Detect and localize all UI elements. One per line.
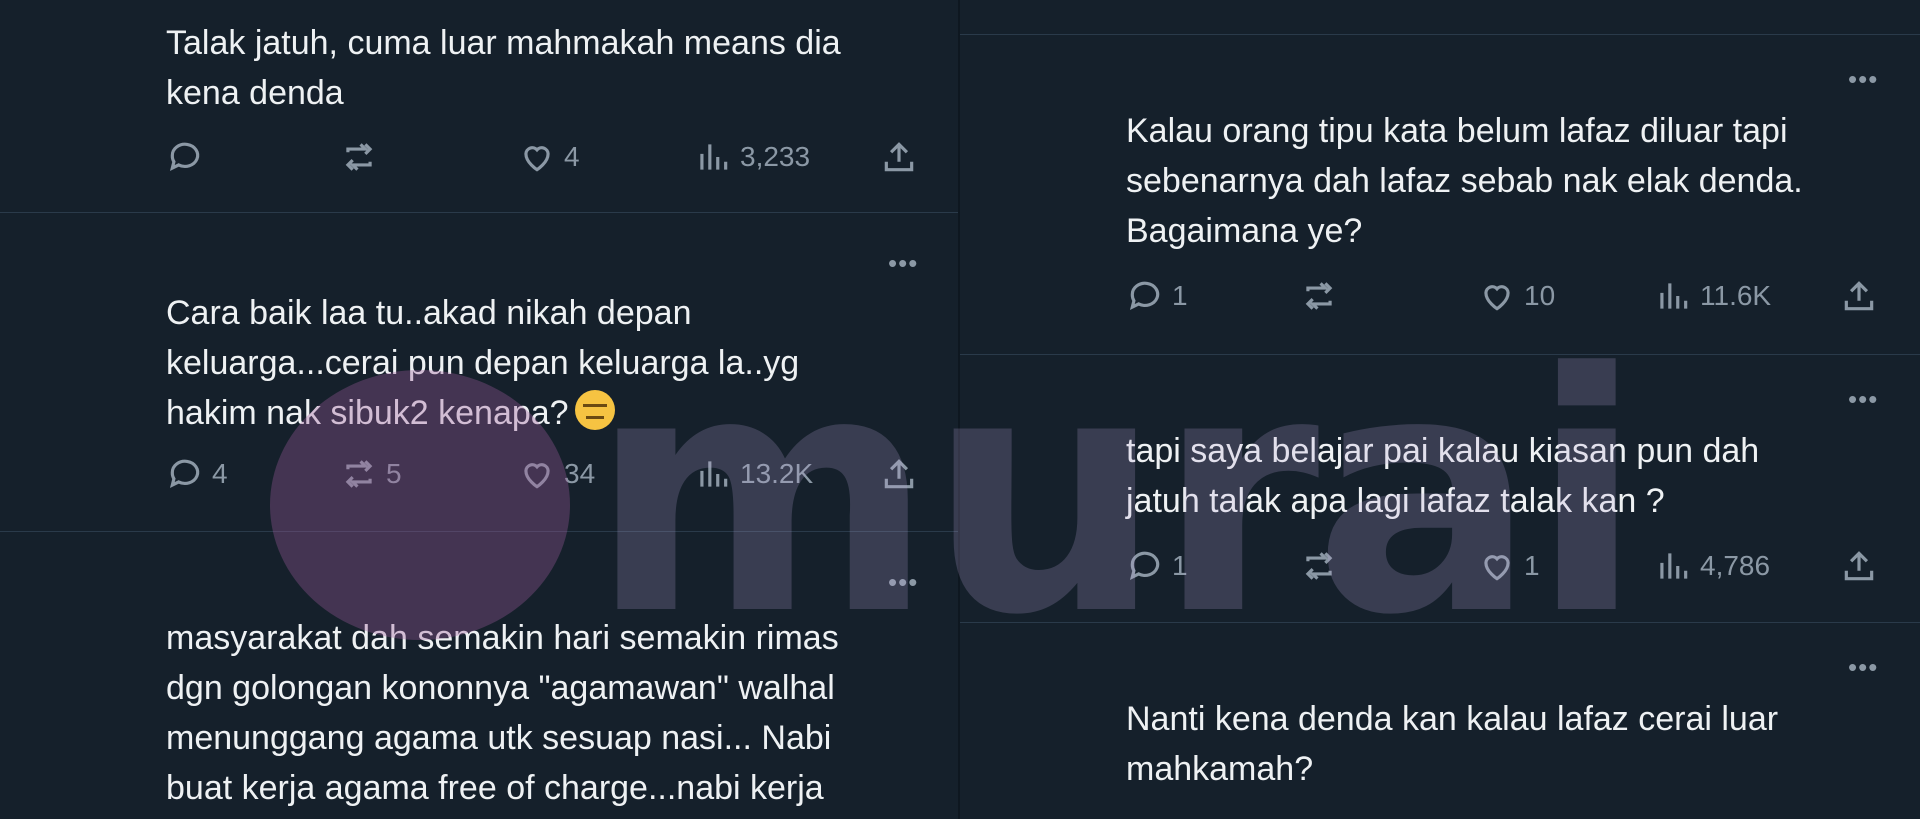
share-button[interactable] <box>1840 546 1878 586</box>
share-icon <box>1844 281 1874 311</box>
tweet-text-line: Kalau orang tipu kata belum lafaz diluar… <box>1126 112 1788 150</box>
views-button[interactable]: 3,233 <box>694 137 810 177</box>
views-button[interactable]: 4,786 <box>1654 546 1770 586</box>
watermark-logo: murai <box>590 303 1643 687</box>
like-count: 4 <box>564 141 580 172</box>
reply-button[interactable]: 4 <box>166 454 228 494</box>
heart-icon <box>524 146 550 172</box>
more-options-button[interactable]: ••• <box>888 248 918 279</box>
views-count: 11.6K <box>1700 280 1772 311</box>
reply-count: 4 <box>212 458 228 489</box>
views-icon <box>1660 283 1688 309</box>
watermark-bird-logo <box>270 370 570 640</box>
tweet-text-line: buat kerja agama free of charge...nabi k… <box>166 769 824 807</box>
share-icon <box>1844 551 1874 581</box>
tweet-divider <box>960 34 1920 35</box>
tweet-text: Nanti kena denda kan kalau lafaz cerai l… <box>1126 694 1778 794</box>
retweet-icon <box>345 143 373 171</box>
reply-icon <box>169 459 200 489</box>
tweet-divider <box>0 212 960 213</box>
views-count: 4,786 <box>1700 550 1771 581</box>
share-icon <box>884 142 914 172</box>
tweet-text-line: Talak jatuh, cuma luar mahmakah means di… <box>166 24 841 62</box>
tweet-text: Kalau orang tipu kata belum lafaz diluar… <box>1126 106 1803 256</box>
tweet-text-line: kena denda <box>166 74 344 112</box>
views-icon <box>700 144 728 170</box>
like-button[interactable]: 4 <box>518 137 580 177</box>
share-button[interactable] <box>880 137 918 177</box>
tweet-text-line: Bagaimana ye? <box>1126 212 1363 250</box>
tweet-text-line: mahkamah? <box>1126 750 1314 788</box>
tweet-text-line: Nanti kena denda kan kalau lafaz cerai l… <box>1126 700 1779 738</box>
reply-icon <box>169 142 200 172</box>
tweet-text: Talak jatuh, cuma luar mahmakah means di… <box>166 18 841 118</box>
views-icon <box>1660 553 1688 579</box>
tweet-text-line: menunggang agama utk sesuap nasi... Nabi <box>166 719 832 757</box>
share-button[interactable] <box>1840 276 1878 316</box>
tweet-text-line: sebenarnya dah lafaz sebab nak elak dend… <box>1126 162 1803 200</box>
views-count: 3,233 <box>740 141 811 172</box>
retweet-button[interactable] <box>340 137 378 177</box>
reply-button[interactable] <box>166 137 204 177</box>
more-options-button[interactable]: ••• <box>1848 384 1878 415</box>
views-button[interactable]: 11.6K <box>1654 276 1771 316</box>
more-options-button[interactable]: ••• <box>1848 64 1878 95</box>
tweet-actions: 4 3,233 <box>166 137 936 177</box>
more-options-button[interactable]: ••• <box>1848 652 1878 683</box>
